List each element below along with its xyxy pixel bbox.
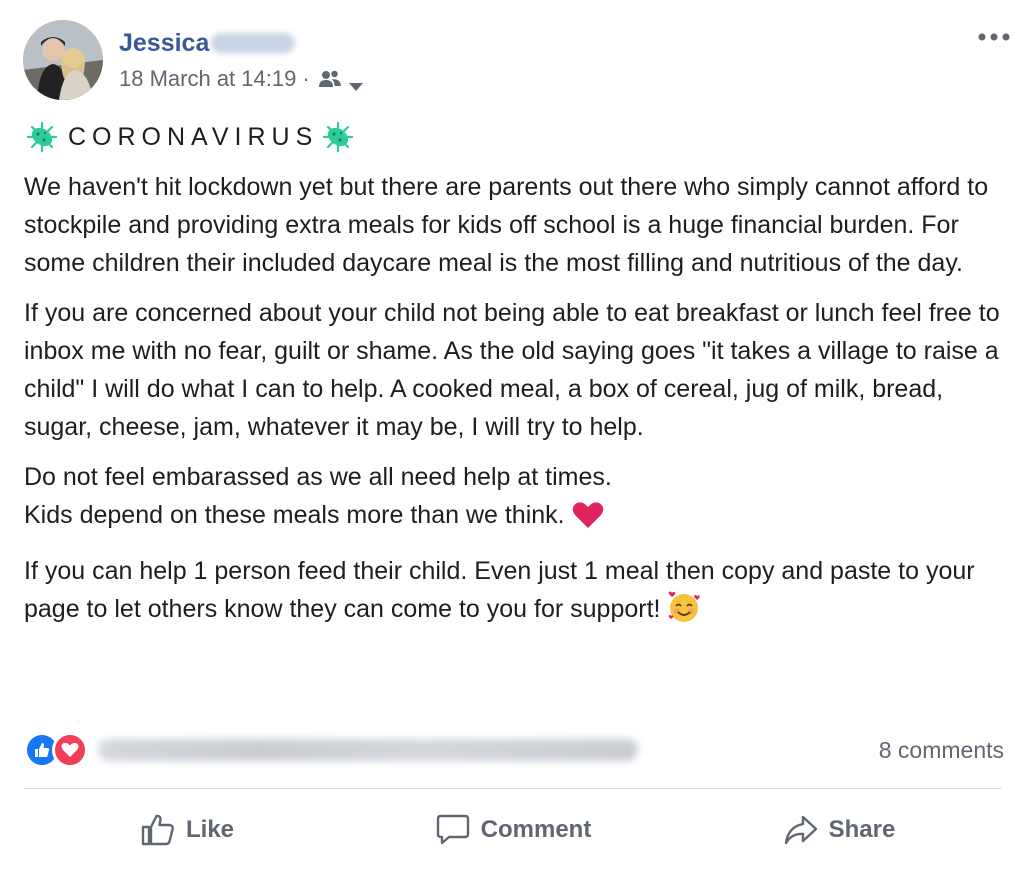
share-button[interactable]: Share xyxy=(676,800,1002,860)
more-options-button[interactable] xyxy=(974,26,1014,48)
post-meta: 18 March at 14:19 · xyxy=(119,63,364,95)
post-title-line: CORONAVIRUS xyxy=(24,118,356,156)
like-button[interactable]: Like xyxy=(24,800,350,860)
post-paragraph: If you are concerned about your child no… xyxy=(24,299,1000,441)
post-paragraph: We haven't hit lockdown yet but there ar… xyxy=(24,173,989,277)
meta-separator: · xyxy=(302,66,310,91)
post-paragraph: If you can help 1 person feed their chil… xyxy=(24,552,1004,634)
post-paragraph: Do not feel embarassed as we all need he… xyxy=(24,458,1004,540)
love-reaction-icon[interactable] xyxy=(52,732,88,768)
avatar-photo xyxy=(23,20,103,100)
author-row: Jessica xyxy=(119,26,296,60)
post-line: Kids depend on these meals more than we … xyxy=(24,501,565,529)
author-surname-redacted xyxy=(211,33,296,53)
post-card: Jessica 18 March at 14:19 · CORONAVIRUS … xyxy=(0,0,1026,874)
post-line: If you can help 1 person feed their chil… xyxy=(24,557,975,623)
post-body: We haven't hit lockdown yet but there ar… xyxy=(24,168,1004,646)
virus-icon xyxy=(24,119,60,155)
friends-icon[interactable] xyxy=(318,69,342,89)
more-options-icon xyxy=(978,33,1010,41)
reactor-names-redacted[interactable] xyxy=(98,739,638,761)
post-line: Do not feel embarassed as we all need he… xyxy=(24,463,612,491)
share-label: Share xyxy=(828,816,896,843)
smiling-face-with-hearts-icon xyxy=(667,591,701,634)
virus-icon xyxy=(320,119,356,155)
post-actions: Like Comment Share xyxy=(24,800,1002,860)
post-title: CORONAVIRUS xyxy=(68,122,319,151)
divider xyxy=(24,788,1002,789)
reactions-summary: 8 comments xyxy=(24,728,1004,772)
thumbs-up-icon xyxy=(141,814,174,846)
comment-button[interactable]: Comment xyxy=(350,800,676,860)
avatar[interactable] xyxy=(23,20,103,100)
author-name[interactable]: Jessica xyxy=(119,29,209,58)
comment-label: Comment xyxy=(480,816,592,843)
heart-icon xyxy=(572,501,604,540)
comments-count[interactable]: 8 comments xyxy=(879,737,1004,764)
comment-icon xyxy=(436,814,469,845)
chevron-down-icon[interactable] xyxy=(348,73,364,91)
post-timestamp[interactable]: 18 March at 14:19 xyxy=(119,66,296,92)
share-icon xyxy=(784,815,817,845)
like-label: Like xyxy=(185,816,235,843)
